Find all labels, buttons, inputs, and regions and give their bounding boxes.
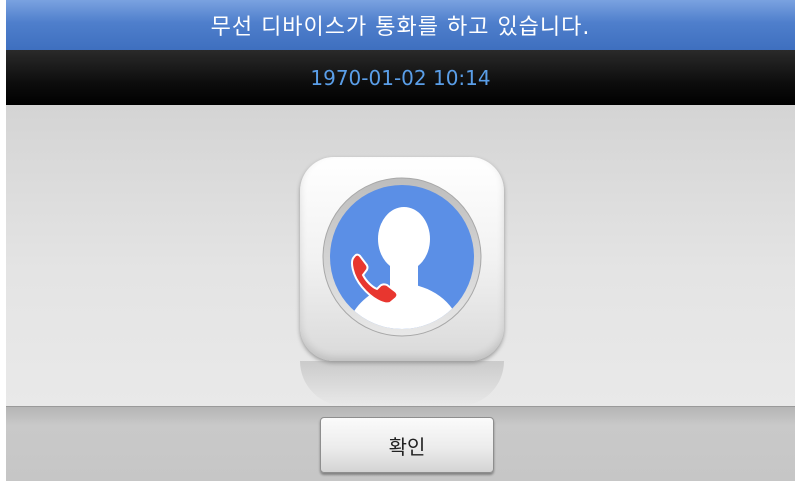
dialog-title-bar: 무선 디바이스가 통화를 하고 있습니다. <box>6 0 795 50</box>
dialog-footer: 확인 <box>6 406 795 481</box>
confirm-button[interactable]: 확인 <box>320 417 494 473</box>
contact-call-graphic <box>322 177 482 337</box>
icon-reflection <box>300 361 504 406</box>
contact-call-icon <box>300 157 504 361</box>
confirm-button-label: 확인 <box>388 434 426 459</box>
datetime-bar: 1970-01-02 10:14 <box>6 50 795 105</box>
dialog-title: 무선 디바이스가 통화를 하고 있습니다. <box>210 15 591 40</box>
datetime-display: 1970-01-02 10:14 <box>310 65 491 90</box>
call-dialog-screen: 무선 디바이스가 통화를 하고 있습니다. 1970-01-02 10:14 확… <box>6 0 795 481</box>
dialog-content <box>6 105 795 406</box>
